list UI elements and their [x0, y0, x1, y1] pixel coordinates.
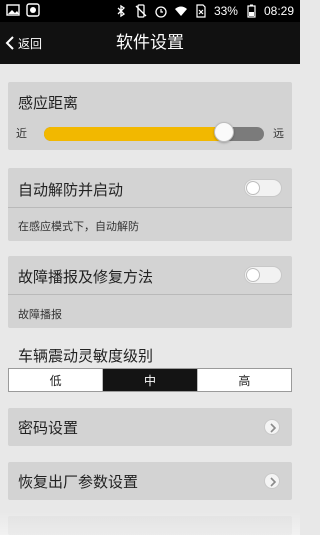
- title-bar: 返回 软件设置: [0, 22, 300, 64]
- fault-report-description: 故障播报: [18, 308, 62, 321]
- vibration-sensitivity-label: 车辆震动灵敏度级别: [18, 347, 154, 365]
- status-right: 33% 08:29: [114, 3, 294, 19]
- clock: 08:29: [263, 4, 294, 18]
- status-bar: 33% 08:29: [0, 0, 300, 22]
- image-icon: [6, 3, 20, 17]
- no-sim-icon: [194, 4, 208, 18]
- mute-icon: [134, 4, 148, 18]
- auto-disarm-description: 在感应模式下，自动解防: [18, 220, 139, 233]
- factory-reset-label: 恢复出厂参数设置: [18, 473, 139, 491]
- password-settings-label: 密码设置: [18, 419, 79, 437]
- toggle-knob: [246, 181, 260, 195]
- battery-icon: [244, 4, 258, 18]
- alarm-icon: [154, 4, 168, 18]
- password-settings-item[interactable]: 密码设置: [8, 408, 292, 446]
- wifi-icon: [174, 4, 188, 18]
- factory-reset-item[interactable]: 恢复出厂参数设置: [8, 462, 292, 500]
- fault-report-card: 故障播报及修复方法 故障播报: [8, 256, 292, 328]
- page-title: 软件设置: [116, 33, 184, 53]
- fault-report-toggle[interactable]: [244, 266, 282, 284]
- battery-percent: 33%: [213, 4, 238, 18]
- auto-disarm-title: 自动解防并启动: [18, 181, 124, 199]
- divider: [8, 207, 292, 208]
- toggle-knob: [246, 268, 260, 282]
- auto-disarm-toggle[interactable]: [244, 179, 282, 197]
- app-icon: [26, 3, 40, 17]
- bluetooth-icon: [114, 4, 128, 18]
- sensing-distance-card: 感应距离 近 远: [8, 82, 292, 150]
- auto-disarm-card: 自动解防并启动 在感应模式下，自动解防: [8, 168, 292, 241]
- divider: [8, 294, 292, 295]
- chevron-right-icon: [264, 473, 280, 489]
- scroll-fade: [0, 512, 300, 535]
- status-left-icons: [6, 3, 40, 17]
- fault-report-title: 故障播报及修复方法: [18, 268, 154, 286]
- chevron-right-icon: [264, 419, 280, 435]
- slider-near-label: 近: [16, 127, 27, 140]
- sensitivity-medium-option[interactable]: 中: [103, 369, 198, 391]
- slider-far-label: 远: [273, 127, 284, 140]
- sensitivity-low-option[interactable]: 低: [9, 369, 104, 391]
- vibration-sensitivity-segmented: 低 中 高: [8, 368, 292, 392]
- sensing-distance-title: 感应距离: [18, 94, 79, 112]
- sensitivity-high-option[interactable]: 高: [198, 369, 291, 391]
- slider-fill: [44, 127, 225, 141]
- sensing-distance-slider[interactable]: 近 远: [16, 122, 284, 143]
